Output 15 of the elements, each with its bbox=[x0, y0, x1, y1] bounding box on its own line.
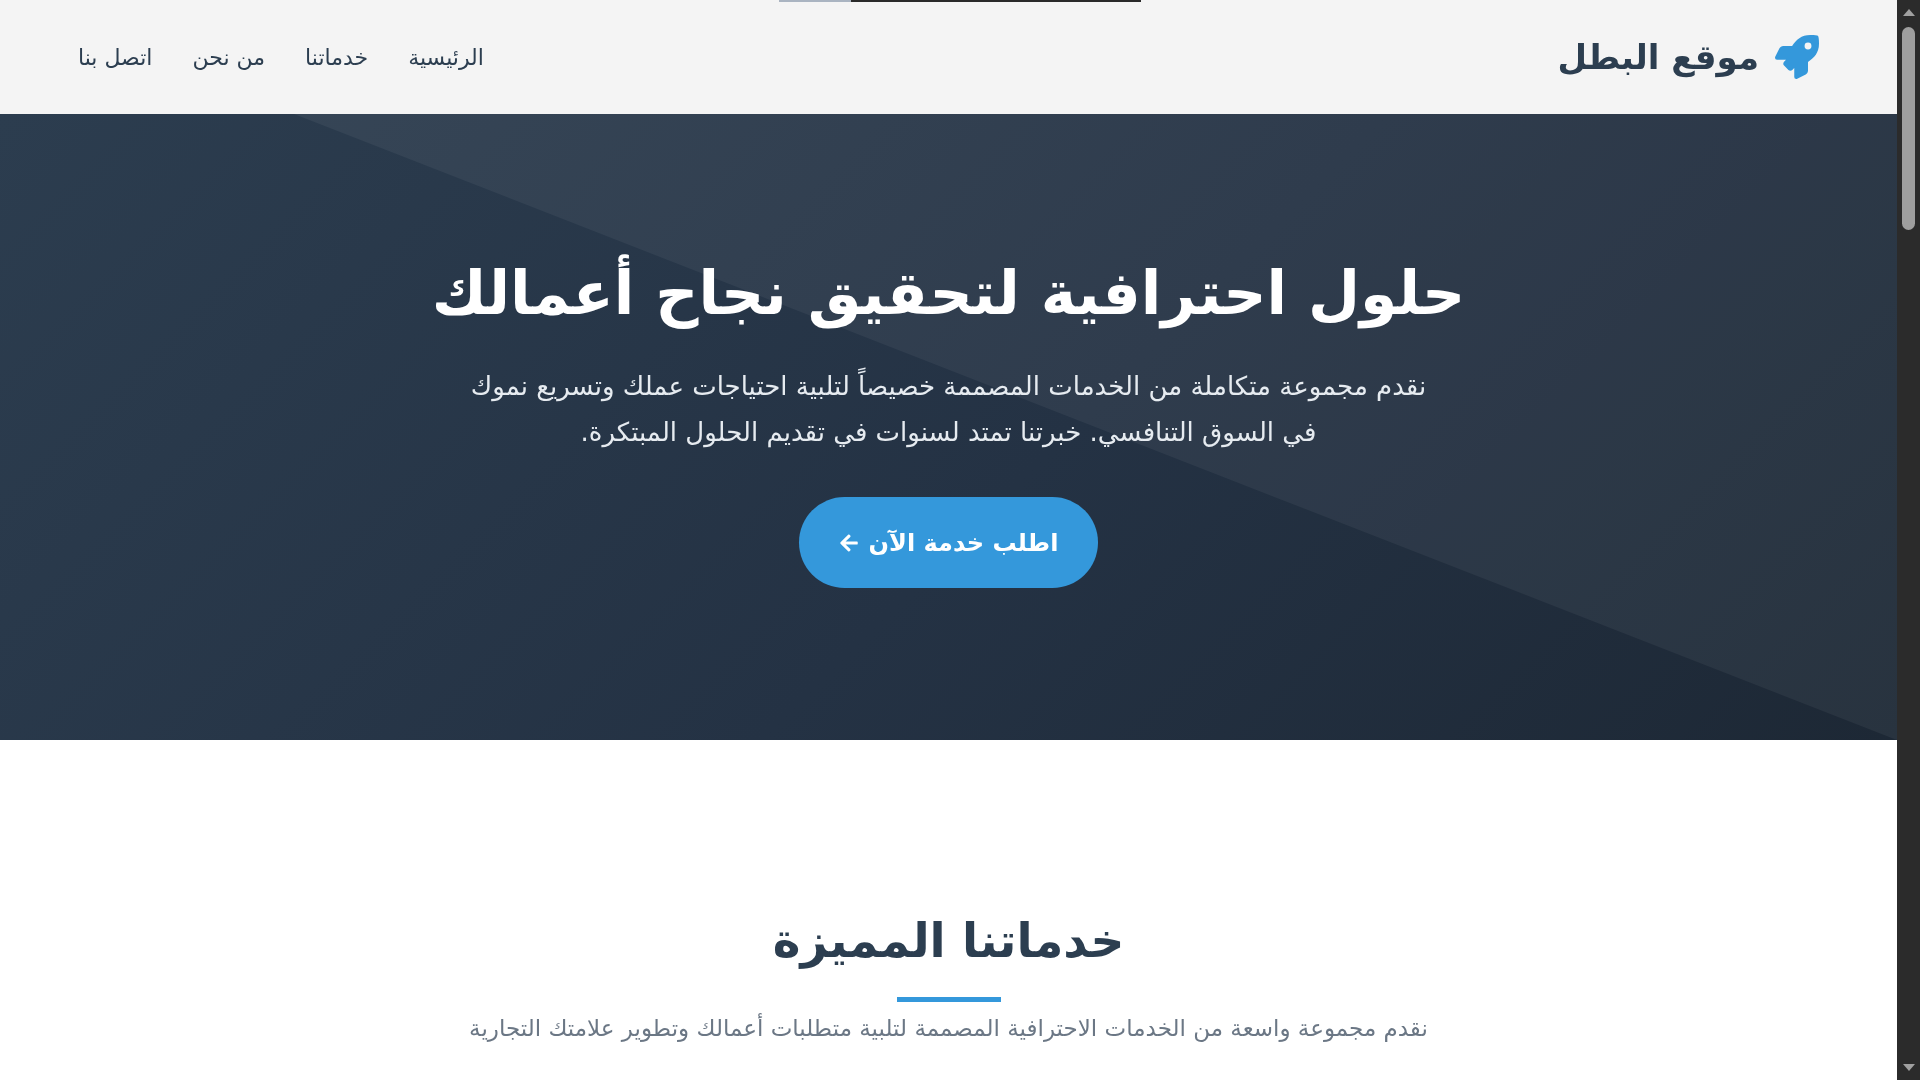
scroll-up-arrow-icon[interactable] bbox=[1902, 9, 1915, 16]
site-logo[interactable]: موقع البطل bbox=[1557, 35, 1819, 79]
scrollbar-thumb[interactable] bbox=[1902, 27, 1915, 230]
services-subtitle: نقدم مجموعة واسعة من الخدمات الاحترافية المصممة لتلبية متطلبات أعمالك وتطوير علامتك التجارية bbox=[469, 1012, 1428, 1044]
nav-link[interactable]: من نحن bbox=[192, 40, 266, 74]
scroll-down-arrow-icon[interactable] bbox=[1902, 1064, 1915, 1071]
nav-link[interactable]: خدماتنا bbox=[305, 40, 369, 74]
hero-description: نقدم مجموعة متكاملة من الخدمات المصممة خصيصاً لتلبية احتياجات عملك وتسريع نموك في السوق التنافسي. خبرتنا تمتد لسنوات في تقديم الحلول المبتكرة. bbox=[458, 363, 1439, 455]
arrow-left-icon bbox=[838, 532, 859, 553]
hero-title: حلول احترافية لتحقيق نجاح أعمالك bbox=[431, 253, 1466, 333]
rocket-icon bbox=[1775, 35, 1819, 79]
services-heading: خدماتنا المميزة bbox=[772, 912, 1125, 971]
scrollbar[interactable] bbox=[1897, 0, 1920, 1080]
nav-link[interactable]: اتصل بنا bbox=[78, 40, 153, 74]
nav-link[interactable]: الرئيسية bbox=[408, 40, 484, 74]
